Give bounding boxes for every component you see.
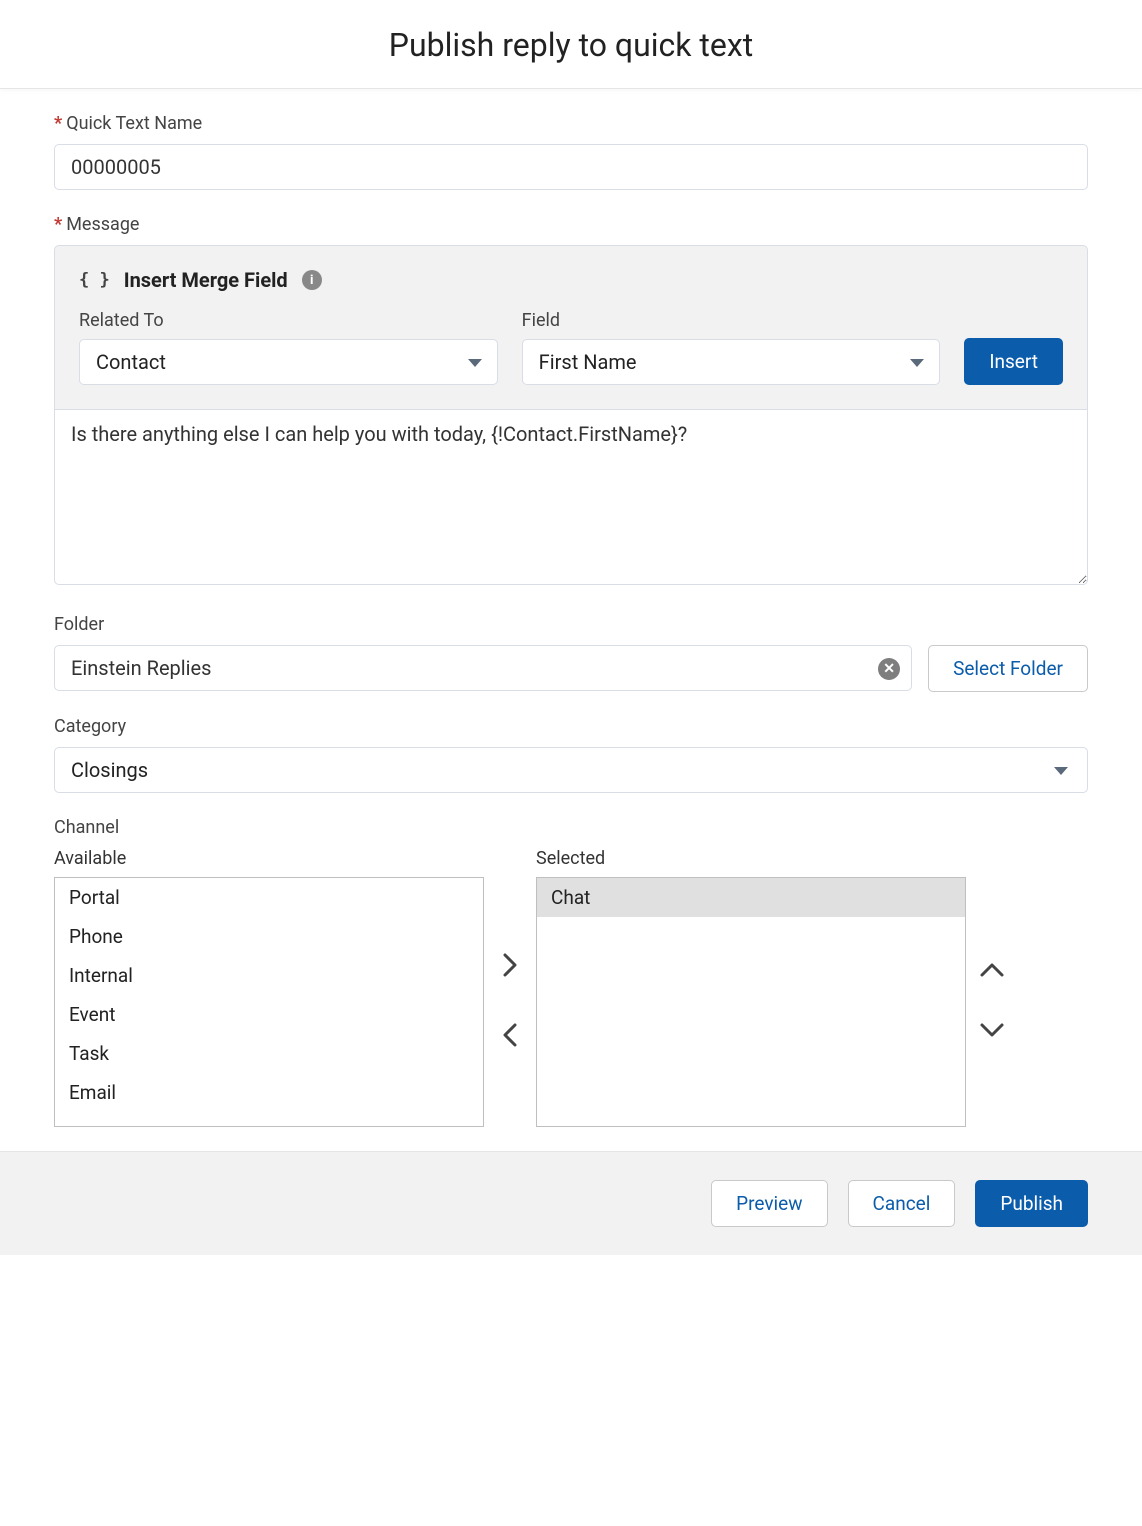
- move-down-button[interactable]: [972, 1015, 1012, 1045]
- message-textarea[interactable]: Is there anything else I can help you wi…: [54, 410, 1088, 585]
- list-item[interactable]: Event: [55, 995, 483, 1034]
- folder-label: Folder: [54, 614, 1088, 635]
- channel-group: Channel Available PortalPhoneInternalEve…: [54, 817, 1088, 1127]
- order-arrows: [966, 842, 1018, 1127]
- merge-field-row: Related To Contact Field First Name: [79, 310, 1063, 385]
- chevron-up-icon: [978, 961, 1006, 979]
- selected-label: Selected: [536, 848, 966, 869]
- folder-input-wrap: [54, 645, 912, 692]
- chevron-right-icon: [501, 951, 519, 979]
- folder-input[interactable]: [54, 645, 912, 691]
- cancel-button[interactable]: Cancel: [848, 1180, 956, 1227]
- modal-body: Quick Text Name Message { } Insert Merge…: [0, 89, 1142, 1127]
- chevron-left-icon: [501, 1021, 519, 1049]
- merge-field-header: { } Insert Merge Field i: [79, 268, 1063, 292]
- list-item[interactable]: Email: [55, 1073, 483, 1112]
- insert-button[interactable]: Insert: [964, 338, 1063, 385]
- field-col: Field First Name: [522, 310, 941, 385]
- publish-button[interactable]: Publish: [975, 1180, 1088, 1227]
- braces-icon: { }: [79, 270, 110, 290]
- category-label: Category: [54, 716, 1088, 737]
- preview-button[interactable]: Preview: [711, 1180, 827, 1227]
- modal-header: Publish reply to quick text: [0, 0, 1142, 89]
- available-col: Available PortalPhoneInternalEventTaskEm…: [54, 842, 484, 1127]
- publish-quick-text-modal: Publish reply to quick text Quick Text N…: [0, 0, 1142, 1255]
- move-up-button[interactable]: [972, 955, 1012, 985]
- move-arrows: [484, 842, 536, 1127]
- category-select[interactable]: Closings: [54, 747, 1088, 793]
- list-item[interactable]: Phone: [55, 917, 483, 956]
- list-item[interactable]: Task: [55, 1034, 483, 1073]
- quick-text-name-label: Quick Text Name: [54, 113, 1088, 134]
- list-item[interactable]: Internal: [55, 956, 483, 995]
- channel-duel: Available PortalPhoneInternalEventTaskEm…: [54, 842, 1088, 1127]
- list-item[interactable]: Chat: [537, 878, 965, 917]
- message-label: Message: [54, 214, 1088, 235]
- selected-list[interactable]: Chat: [536, 877, 966, 1127]
- message-group: Message { } Insert Merge Field i Related…: [54, 214, 1088, 590]
- related-to-col: Related To Contact: [79, 310, 498, 385]
- move-left-button[interactable]: [495, 1015, 525, 1055]
- related-to-select-wrap: Contact: [79, 339, 498, 385]
- folder-group: Folder Select Folder: [54, 614, 1088, 692]
- category-group: Category Closings: [54, 716, 1088, 793]
- field-select-wrap: First Name: [522, 339, 941, 385]
- modal-footer: Preview Cancel Publish: [0, 1151, 1142, 1255]
- info-icon[interactable]: i: [302, 270, 322, 290]
- available-list[interactable]: PortalPhoneInternalEventTaskEmail: [54, 877, 484, 1127]
- selected-col: Selected Chat: [536, 842, 966, 1127]
- modal-title: Publish reply to quick text: [0, 26, 1142, 64]
- select-folder-button[interactable]: Select Folder: [928, 645, 1088, 692]
- chevron-down-icon: [978, 1021, 1006, 1039]
- move-right-button[interactable]: [495, 945, 525, 985]
- available-label: Available: [54, 848, 484, 869]
- merge-field-panel: { } Insert Merge Field i Related To Cont…: [54, 245, 1088, 410]
- clear-folder-icon[interactable]: [878, 658, 900, 680]
- field-select[interactable]: First Name: [522, 339, 941, 385]
- channel-label: Channel: [54, 817, 1088, 838]
- insert-col: Insert: [964, 338, 1063, 385]
- quick-text-name-input[interactable]: [54, 144, 1088, 190]
- category-select-wrap: Closings: [54, 747, 1088, 793]
- field-label: Field: [522, 310, 941, 331]
- quick-text-name-group: Quick Text Name: [54, 113, 1088, 190]
- related-to-select[interactable]: Contact: [79, 339, 498, 385]
- list-item[interactable]: Portal: [55, 878, 483, 917]
- related-to-label: Related To: [79, 310, 498, 331]
- merge-field-title: Insert Merge Field: [124, 268, 288, 292]
- folder-row: Select Folder: [54, 645, 1088, 692]
